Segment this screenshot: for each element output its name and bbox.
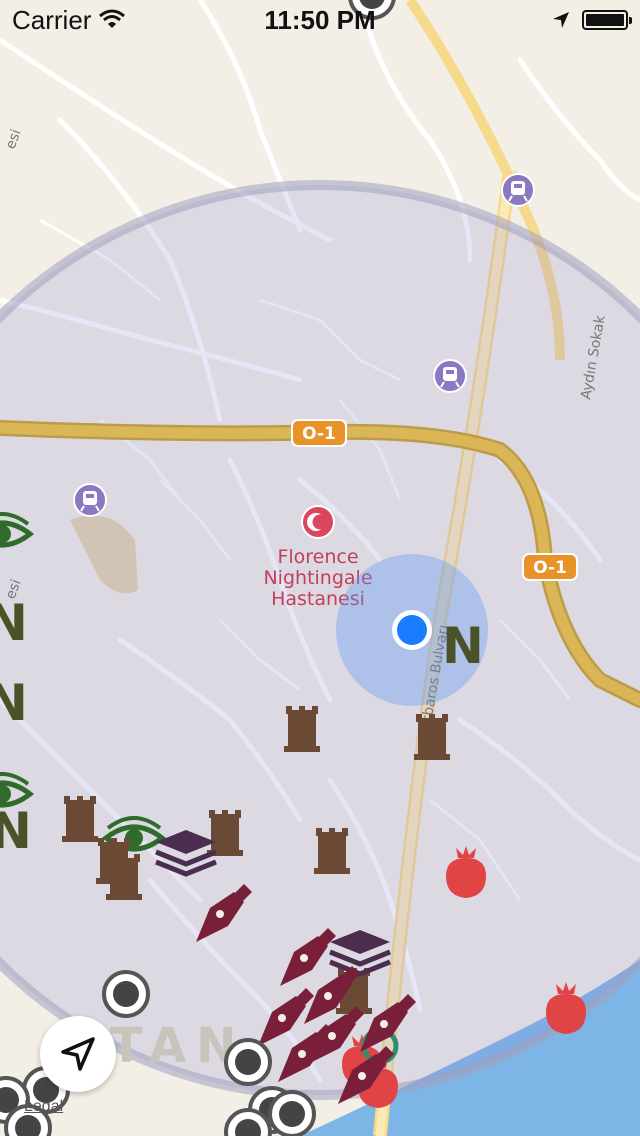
battery-icon: [582, 10, 632, 30]
circle-marker-icon[interactable]: [224, 1038, 272, 1086]
status-bar: Carrier 11:50 PM: [0, 0, 640, 40]
letter-n-icon[interactable]: N: [0, 802, 32, 860]
carrier-label: Carrier: [12, 4, 92, 35]
tower-icon[interactable]: [106, 854, 142, 900]
hospital-name-line1: Florence: [277, 546, 358, 568]
tower-icon[interactable]: [207, 810, 243, 856]
train-station-icon[interactable]: [73, 483, 107, 517]
road-shield-2: O-1: [522, 553, 578, 581]
navigation-arrow-icon: [61, 1037, 95, 1071]
letter-n-icon[interactable]: N: [442, 617, 484, 675]
circle-marker-icon[interactable]: [224, 1108, 272, 1136]
letter-n-icon[interactable]: N: [0, 674, 28, 732]
locate-me-button[interactable]: [40, 1016, 116, 1092]
wifi-icon: [99, 5, 126, 36]
map-canvas[interactable]: O-1 O-1 Aydın Sokak Barbaros Bulvarı esi…: [0, 0, 640, 1136]
location-arrow-icon: [552, 5, 570, 36]
tower-icon[interactable]: [62, 796, 98, 842]
tower-icon[interactable]: [284, 706, 320, 752]
circle-marker-icon[interactable]: [102, 970, 150, 1018]
svg-text:O-1: O-1: [302, 424, 336, 444]
legal-link[interactable]: Legal: [24, 1098, 63, 1116]
letter-n-icon[interactable]: N: [0, 594, 28, 652]
road-shield-1: O-1: [291, 419, 347, 447]
tower-icon[interactable]: [414, 714, 450, 760]
svg-text:O-1: O-1: [533, 558, 567, 578]
train-station-icon[interactable]: [501, 173, 535, 207]
train-station-icon[interactable]: [433, 359, 467, 393]
circle-marker-icon[interactable]: [268, 1090, 316, 1136]
tower-icon[interactable]: [314, 828, 350, 874]
